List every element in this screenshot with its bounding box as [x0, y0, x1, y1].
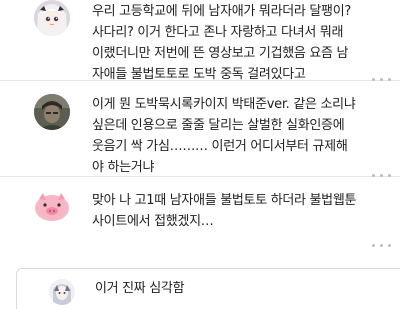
divider — [0, 176, 400, 177]
more-icon[interactable] — [370, 244, 400, 250]
comment-line: 자애들 불법토토로 도박 중독 걸려있다고 — [92, 67, 306, 82]
comment-line: 이게 뭔 도박묵시록카이지 박태준ver. 같은 소리냐 — [92, 97, 356, 112]
pink-pig-avatar[interactable] — [34, 189, 70, 225]
comment-line: 우리 고등학교에 뒤에 남자애가 뭐라더라 달팽이? — [92, 4, 351, 19]
sketch-avatar[interactable] — [49, 279, 75, 305]
comment-item: 우리 고등학교에 뒤에 남자애가 뭐라더라 달팽이? 사다리? 이거 한다고 존… — [0, 0, 400, 90]
comment-line: 사다리? 이거 한다고 존나 자랑하고 다녀서 뭐래 — [92, 25, 344, 40]
comment-item: 맞아 나 고1때 남자애들 불법토토 하더라 불법웹툰 사이트에서 접했겠지… — [0, 184, 400, 248]
more-icon[interactable] — [370, 78, 400, 84]
more-icon[interactable] — [370, 174, 400, 180]
comment-line: 사이트에서 접했겠지… — [92, 214, 214, 229]
comment-feed: 우리 고등학교에 뒤에 남자애가 뭐라더라 달팽이? 사다리? 이거 한다고 존… — [0, 0, 400, 309]
comment-text: 맞아 나 고1때 남자애들 불법토토 하더라 불법웹툰 사이트에서 접했겠지… — [92, 190, 392, 232]
comment-text: 이게 뭔 도박묵시록카이지 박태준ver. 같은 소리냐 싶은데 인용으로 줄줄… — [92, 94, 392, 178]
comment-item: 이게 뭔 도박묵시록카이지 박태준ver. 같은 소리냐 싶은데 인용으로 줄줄… — [0, 88, 400, 178]
comment-line: 싶은데 인용으로 줄줄 달리는 살벌한 실화인증에 — [92, 118, 345, 133]
divider — [0, 80, 400, 81]
comment-line: 웃음기 싹 가심……… 이런거 어디서부터 규제해 — [92, 139, 348, 154]
comment-text: 우리 고등학교에 뒤에 남자애가 뭐라더라 달팽이? 사다리? 이거 한다고 존… — [92, 1, 392, 85]
anime-girl-avatar[interactable] — [34, 0, 70, 36]
quoted-comment-card[interactable]: 이거 진짜 심각함 — [16, 268, 400, 309]
comment-line: 이랬더니만 저번에 뜬 영상보고 기겁했음 요즘 남 — [92, 46, 349, 61]
comment-text: 이거 진짜 심각함 — [95, 278, 395, 299]
comment-line: 이거 진짜 심각함 — [95, 281, 185, 296]
photo-avatar[interactable] — [34, 94, 70, 130]
comment-line: 맞아 나 고1때 남자애들 불법토토 하더라 불법웹툰 — [92, 193, 357, 208]
comment-line: 야 하는거냐 — [92, 160, 155, 175]
